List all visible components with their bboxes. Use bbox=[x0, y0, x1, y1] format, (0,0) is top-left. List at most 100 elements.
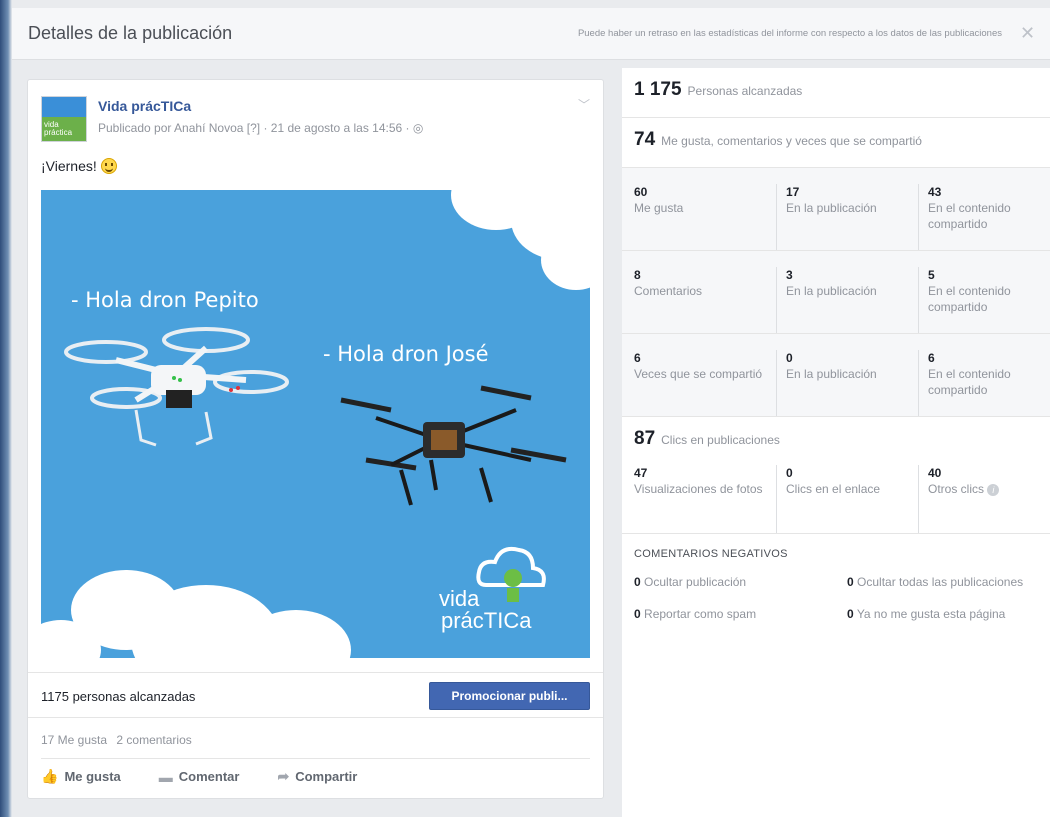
share-button[interactable]: ➦ Compartir bbox=[277, 768, 357, 785]
post-engagement-counts: 17 Me gusta 2 comentarios bbox=[41, 733, 192, 747]
page-name-link[interactable]: Vida prácTICa bbox=[98, 98, 191, 114]
stat-cell: 0 En la publicación bbox=[776, 350, 918, 416]
avatar[interactable]: vida práctica bbox=[41, 96, 87, 142]
stat-value: 60 bbox=[634, 185, 648, 199]
engagement-label: Me gusta, comentarios y veces que se com… bbox=[661, 134, 922, 148]
comments-breakdown: 8 Comentarios 3 En la publicación 5 En el c… bbox=[622, 251, 1050, 334]
comment-label: Comentar bbox=[178, 769, 240, 784]
post-image[interactable]: - Hola dron Pepito - Hola dron José vida… bbox=[41, 190, 590, 658]
post-text: ¡Viernes! bbox=[41, 158, 117, 174]
stat-value: 3 bbox=[786, 268, 793, 282]
stat-cell: 0 Clics en el enlace bbox=[776, 465, 918, 533]
stat-value: 8 bbox=[634, 268, 641, 282]
negative-feedback-grid: 0 Ocultar publicación 0 Ocultar todas la… bbox=[634, 572, 1038, 624]
stat-label: En el contenido compartido bbox=[928, 367, 1011, 397]
negative-label: Ya no me gusta esta página bbox=[856, 607, 1006, 621]
stat-label: Clics en el enlace bbox=[786, 482, 881, 496]
likes-count-link[interactable]: 17 Me gusta bbox=[41, 733, 107, 747]
reach-number: 1 175 bbox=[634, 79, 682, 100]
stat-value: 43 bbox=[928, 185, 942, 199]
dialog-header: Detalles de la publicación Puede haber u… bbox=[12, 8, 1050, 60]
stat-label: Comentarios bbox=[634, 284, 703, 298]
negative-value: 0 bbox=[847, 575, 854, 589]
negative-value: 0 bbox=[847, 607, 854, 621]
logo-text-practica: prácTICa bbox=[441, 608, 532, 633]
stat-value: 47 bbox=[634, 466, 648, 480]
clicks-stat: 87 Clics en publicaciones bbox=[622, 417, 1050, 457]
negative-feedback-section: COMENTARIOS NEGATIVOS 0 Ocultar publicac… bbox=[622, 534, 1050, 638]
stat-cell: 43 En el contenido compartido bbox=[918, 184, 1038, 250]
stat-value: 40 bbox=[928, 466, 942, 480]
post-meta: Publicado por Anahí Novoa [?] · 21 de ag… bbox=[98, 121, 424, 135]
clicks-breakdown: 47 Visualizaciones de fotos 0 Clics en el … bbox=[622, 457, 1050, 533]
likes-breakdown: 60 Me gusta 17 En la publicación 43 En el c… bbox=[622, 168, 1050, 251]
post-card: vida práctica Vida prácTICa Publicado po… bbox=[27, 79, 604, 799]
stat-cell: 6 En el contenido compartido bbox=[918, 350, 1038, 416]
stat-label: Veces que se compartió bbox=[634, 367, 763, 381]
stat-cell: 6 Veces que se compartió bbox=[634, 350, 776, 416]
stat-cell: 47 Visualizaciones de fotos bbox=[634, 465, 776, 533]
stat-cell: 60 Me gusta bbox=[634, 184, 776, 250]
negative-item-spam: 0 Reportar como spam bbox=[634, 604, 847, 624]
image-caption-pepito: - Hola dron Pepito bbox=[71, 288, 259, 312]
stat-value: 6 bbox=[634, 351, 641, 365]
image-caption-jose: - Hola dron José bbox=[323, 342, 489, 366]
stat-label: En el contenido compartido bbox=[928, 284, 1011, 314]
logo-text-vida: vida bbox=[439, 586, 480, 611]
stat-label: En la publicación bbox=[786, 201, 877, 215]
post-action-bar: 👍 Me gusta ▬ Comentar ➦ Compartir bbox=[41, 758, 590, 794]
share-arrow-icon: ➦ bbox=[277, 768, 290, 784]
engagement-stat: 74 Me gusta, comentarios y veces que se … bbox=[622, 118, 1050, 168]
drone-black-illustration bbox=[340, 385, 567, 506]
share-label: Compartir bbox=[295, 769, 358, 784]
close-icon[interactable]: ✕ bbox=[1020, 23, 1035, 44]
negative-feedback-title: COMENTARIOS NEGATIVOS bbox=[634, 548, 788, 560]
clicks-block: 87 Clics en publicaciones 47 Visualizacio… bbox=[622, 417, 1050, 534]
post-reach-bar: 1175 personas alcanzadas Promocionar pub… bbox=[28, 672, 603, 718]
comment-bubble-icon: ▬ bbox=[158, 768, 173, 785]
delay-notice: Puede haber un retraso en las estadístic… bbox=[577, 28, 1002, 39]
stat-label: En la publicación bbox=[786, 367, 877, 381]
negative-item-hide-post: 0 Ocultar publicación bbox=[634, 572, 847, 592]
stat-value: 17 bbox=[786, 185, 800, 199]
post-message: ¡Viernes! bbox=[41, 158, 97, 174]
smiley-emoji-icon bbox=[100, 158, 117, 174]
engagement-number: 74 bbox=[634, 129, 656, 150]
stat-label: En la publicación bbox=[786, 284, 877, 298]
reach-stat: 1 175 Personas alcanzadas bbox=[622, 68, 1050, 118]
promote-post-button[interactable]: Promocionar publi... bbox=[429, 682, 590, 710]
negative-value: 0 bbox=[634, 575, 641, 589]
stat-cell: 17 En la publicación bbox=[776, 184, 918, 250]
stats-panel: 1 175 Personas alcanzadas 74 Me gusta, c… bbox=[622, 68, 1050, 817]
post-header: vida práctica Vida prácTICa Publicado po… bbox=[41, 94, 590, 142]
stat-value: 6 bbox=[928, 351, 935, 365]
post-details-dialog: Detalles de la publicación Puede haber u… bbox=[12, 8, 1050, 817]
shares-breakdown: 6 Veces que se compartió 0 En la publicaci… bbox=[622, 334, 1050, 417]
chevron-down-icon[interactable]: ﹀ bbox=[578, 96, 590, 113]
comments-count-link[interactable]: 2 comentarios bbox=[116, 733, 191, 747]
thumbs-up-icon: 👍 bbox=[41, 768, 59, 784]
reach-text: 1175 personas alcanzadas bbox=[41, 689, 196, 704]
like-label: Me gusta bbox=[64, 769, 121, 784]
stat-value: 0 bbox=[786, 351, 793, 365]
negative-label: Ocultar publicación bbox=[644, 575, 747, 589]
clicks-label: Clics en publicaciones bbox=[661, 433, 780, 447]
comment-button[interactable]: ▬ Comentar bbox=[159, 769, 240, 785]
stat-cell: 5 En el contenido compartido bbox=[918, 267, 1038, 333]
stat-cell: 3 En la publicación bbox=[776, 267, 918, 333]
stat-label: Otros clics bbox=[928, 482, 985, 496]
stat-value: 5 bbox=[928, 268, 935, 282]
negative-item-hide-all: 0 Ocultar todas las publicaciones bbox=[847, 572, 1037, 592]
vida-practica-logo-icon bbox=[476, 546, 546, 602]
negative-item-unlike: 0 Ya no me gusta esta página bbox=[847, 604, 1037, 624]
clicks-number: 87 bbox=[634, 428, 656, 449]
stat-label: Visualizaciones de fotos bbox=[634, 482, 763, 496]
negative-label: Ocultar todas las publicaciones bbox=[857, 575, 1024, 589]
stat-label: En el contenido compartido bbox=[928, 201, 1011, 231]
info-icon[interactable]: i bbox=[987, 484, 1000, 496]
drone-white-illustration bbox=[64, 327, 289, 447]
negative-value: 0 bbox=[634, 607, 641, 621]
negative-label: Reportar como spam bbox=[644, 607, 757, 621]
stat-cell: 40 Otros clics i bbox=[918, 465, 1038, 533]
like-button[interactable]: 👍 Me gusta bbox=[41, 768, 121, 785]
